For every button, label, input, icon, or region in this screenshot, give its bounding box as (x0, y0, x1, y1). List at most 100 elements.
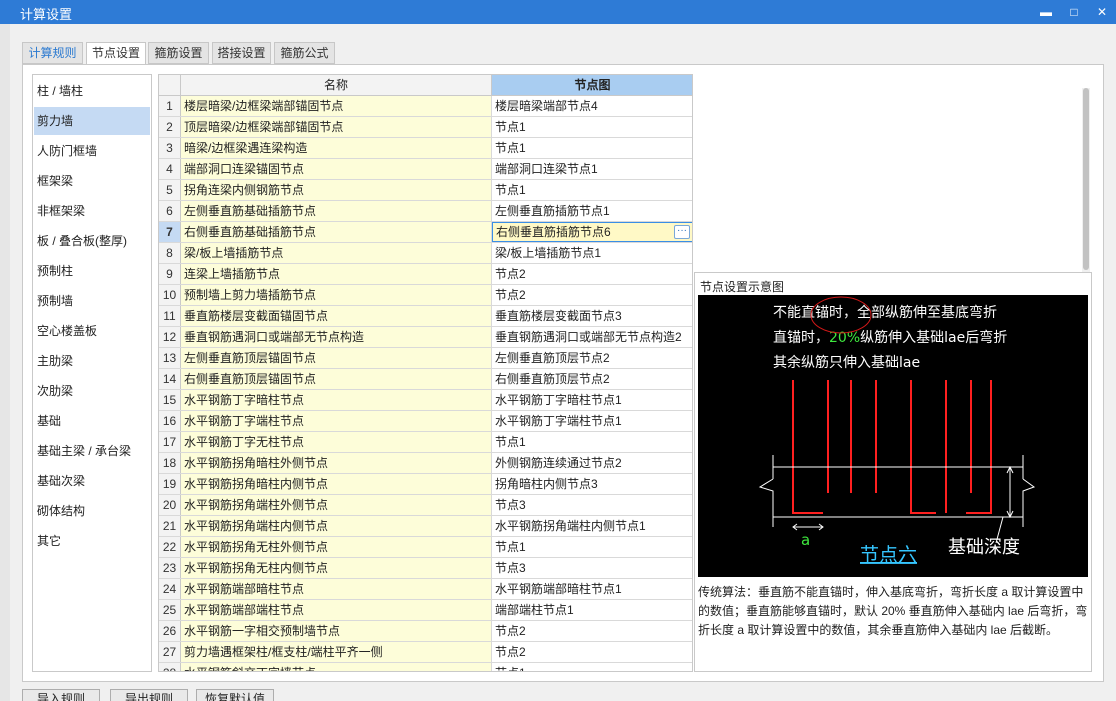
category-item[interactable]: 次肋梁 (34, 377, 150, 405)
table-row[interactable]: 23 水平钢筋拐角无柱内侧节点 节点3 (159, 558, 692, 579)
row-node-cell[interactable]: 端部洞口连梁节点1 (492, 159, 692, 179)
row-node-cell[interactable]: 节点1 (492, 180, 692, 200)
row-name-cell[interactable]: 水平钢筋拐角端柱内侧节点 (181, 516, 492, 536)
table-row[interactable]: 10 预制墙上剪力墙插筋节点 节点2 (159, 285, 692, 306)
table-row[interactable]: 13 左侧垂直筋顶层锚固节点 左侧垂直筋顶层节点2 (159, 348, 692, 369)
row-name-cell[interactable]: 暗梁/边框梁遇连梁构造 (181, 138, 492, 158)
row-name-cell[interactable]: 右侧垂直筋基础插筋节点 (181, 222, 492, 242)
table-row[interactable]: 18 水平钢筋拐角暗柱外侧节点 外侧钢筋连续通过节点2 (159, 453, 692, 474)
row-node-cell[interactable]: 拐角暗柱内侧节点3 (492, 474, 692, 494)
category-item[interactable]: 柱 / 墙柱 (34, 77, 150, 105)
row-name-cell[interactable]: 水平钢筋一字相交预制墙节点 (181, 621, 492, 641)
table-row[interactable]: 15 水平钢筋丁字暗柱节点 水平钢筋丁字暗柱节点1 (159, 390, 692, 411)
row-node-cell[interactable]: 节点1 (492, 117, 692, 137)
table-row[interactable]: 28水平钢筋斜交丁字墙节点节点1 (159, 663, 692, 671)
table-row[interactable]: 16 水平钢筋丁字端柱节点 水平钢筋丁字端柱节点1 (159, 411, 692, 432)
export-rules-button[interactable]: 导出规则 (110, 689, 188, 701)
table-row[interactable]: 8 梁/板上墙插筋节点 梁/板上墙插筋节点1 (159, 243, 692, 264)
tab-lap-settings[interactable]: 搭接设置 (212, 42, 271, 64)
category-item[interactable]: 基础主梁 / 承台梁 (34, 437, 150, 465)
tab-calc-rules[interactable]: 计算规则 (22, 42, 83, 64)
table-row[interactable]: 20 水平钢筋拐角端柱外侧节点 节点3 (159, 495, 692, 516)
table-row-selected[interactable]: 7 右侧垂直筋基础插筋节点 右侧垂直筋插筋节点6 ··· (159, 222, 692, 243)
row-node-cell[interactable]: 节点2 (492, 264, 692, 284)
category-item-selected[interactable]: 剪力墙 (34, 107, 150, 135)
row-node-cell[interactable]: 节点2 (492, 621, 692, 641)
row-node-cell[interactable]: 梁/板上墙插筋节点1 (492, 243, 692, 263)
row-node-cell[interactable]: 节点3 (492, 495, 692, 515)
table-row[interactable]: 1 楼层暗梁/边框梁端部锚固节点 楼层暗梁端部节点4 (159, 96, 692, 117)
row-node-cell[interactable]: 左侧垂直筋顶层节点2 (492, 348, 692, 368)
row-name-cell[interactable]: 水平钢筋拐角暗柱内侧节点 (181, 474, 492, 494)
row-name-cell[interactable]: 水平钢筋丁字端柱节点 (181, 411, 492, 431)
row-node-cell[interactable]: 垂直筋楼层变截面节点3 (492, 306, 692, 326)
table-row[interactable]: 11 垂直筋楼层变截面锚固节点 垂直筋楼层变截面节点3 (159, 306, 692, 327)
row-name-cell[interactable]: 水平钢筋端部端柱节点 (181, 600, 492, 620)
row-node-cell[interactable]: 节点1 (492, 537, 692, 557)
row-node-cell[interactable]: 左侧垂直筋插筋节点1 (492, 201, 692, 221)
table-row[interactable]: 5 拐角连梁内侧钢筋节点 节点1 (159, 180, 692, 201)
row-node-cell[interactable]: 水平钢筋端部暗柱节点1 (492, 579, 692, 599)
table-row[interactable]: 9 连梁上墙插筋节点 节点2 (159, 264, 692, 285)
vertical-scrollbar-thumb[interactable] (1083, 88, 1089, 270)
table-row[interactable]: 14 右侧垂直筋顶层锚固节点 右侧垂直筋顶层节点2 (159, 369, 692, 390)
table-row[interactable]: 26 水平钢筋一字相交预制墙节点 节点2 (159, 621, 692, 642)
row-name-cell[interactable]: 水平钢筋拐角无柱内侧节点 (181, 558, 492, 578)
table-row[interactable]: 25 水平钢筋端部端柱节点 端部端柱节点1 (159, 600, 692, 621)
row-name-cell[interactable]: 水平钢筋斜交丁字墙节点 (181, 663, 492, 671)
table-row[interactable]: 3 暗梁/边框梁遇连梁构造 节点1 (159, 138, 692, 159)
close-icon[interactable]: ✕ (1090, 2, 1114, 22)
row-node-cell[interactable]: 节点1 (492, 432, 692, 452)
row-node-cell[interactable]: 端部端柱节点1 (492, 600, 692, 620)
table-row[interactable]: 21 水平钢筋拐角端柱内侧节点 水平钢筋拐角端柱内侧节点1 (159, 516, 692, 537)
table-row[interactable]: 2 顶层暗梁/边框梁端部锚固节点 节点1 (159, 117, 692, 138)
row-node-cell[interactable]: 垂直钢筋遇洞口或端部无节点构造2 (492, 327, 692, 347)
row-name-cell[interactable]: 拐角连梁内侧钢筋节点 (181, 180, 492, 200)
table-row[interactable]: 17 水平钢筋丁字无柱节点 节点1 (159, 432, 692, 453)
row-name-cell[interactable]: 水平钢筋拐角暗柱外侧节点 (181, 453, 492, 473)
node-column-header[interactable]: 节点图 (492, 75, 692, 96)
row-name-cell[interactable]: 预制墙上剪力墙插筋节点 (181, 285, 492, 305)
row-name-cell[interactable]: 垂直钢筋遇洞口或端部无节点构造 (181, 327, 492, 347)
row-name-cell[interactable]: 水平钢筋丁字无柱节点 (181, 432, 492, 452)
row-name-cell[interactable]: 水平钢筋拐角端柱外侧节点 (181, 495, 492, 515)
row-name-cell[interactable]: 梁/板上墙插筋节点 (181, 243, 492, 263)
row-node-cell[interactable]: 节点3 (492, 558, 692, 578)
row-name-cell[interactable]: 端部洞口连梁锚固节点 (181, 159, 492, 179)
row-name-cell[interactable]: 左侧垂直筋顶层锚固节点 (181, 348, 492, 368)
category-item[interactable]: 人防门框墙 (34, 137, 150, 165)
restore-defaults-button[interactable]: 恢复默认值 (196, 689, 274, 701)
row-node-cell-editing[interactable]: 右侧垂直筋插筋节点6 ··· (492, 222, 692, 242)
category-item[interactable]: 预制柱 (34, 257, 150, 285)
category-item[interactable]: 基础 (34, 407, 150, 435)
row-node-cell[interactable]: 水平钢筋拐角端柱内侧节点1 (492, 516, 692, 536)
category-item[interactable]: 主肋梁 (34, 347, 150, 375)
category-item[interactable]: 基础次梁 (34, 467, 150, 495)
table-row[interactable]: 4 端部洞口连梁锚固节点 端部洞口连梁节点1 (159, 159, 692, 180)
category-item[interactable]: 板 / 叠合板(整厚) (34, 227, 150, 255)
tab-stirrup-settings[interactable]: 箍筋设置 (148, 42, 209, 64)
category-item[interactable]: 空心楼盖板 (34, 317, 150, 345)
row-node-cell[interactable]: 右侧垂直筋顶层节点2 (492, 369, 692, 389)
table-row[interactable]: 6 左侧垂直筋基础插筋节点 左侧垂直筋插筋节点1 (159, 201, 692, 222)
row-node-cell[interactable]: 水平钢筋丁字端柱节点1 (492, 411, 692, 431)
row-node-cell[interactable]: 节点2 (492, 642, 692, 662)
row-node-cell[interactable]: 节点1 (492, 663, 692, 671)
row-node-cell[interactable]: 水平钢筋丁字暗柱节点1 (492, 390, 692, 410)
category-item[interactable]: 其它 (34, 527, 150, 555)
row-name-cell[interactable]: 垂直筋楼层变截面锚固节点 (181, 306, 492, 326)
row-node-cell[interactable]: 节点1 (492, 138, 692, 158)
ellipsis-icon[interactable]: ··· (674, 225, 690, 239)
row-name-cell[interactable]: 剪力墙遇框架柱/框支柱/端柱平齐一侧 (181, 642, 492, 662)
name-column-header[interactable]: 名称 (181, 75, 492, 96)
table-row[interactable]: 22 水平钢筋拐角无柱外侧节点 节点1 (159, 537, 692, 558)
row-name-cell[interactable]: 顶层暗梁/边框梁端部锚固节点 (181, 117, 492, 137)
table-row[interactable]: 24 水平钢筋端部暗柱节点 水平钢筋端部暗柱节点1 (159, 579, 692, 600)
row-name-cell[interactable]: 水平钢筋丁字暗柱节点 (181, 390, 492, 410)
category-item[interactable]: 预制墙 (34, 287, 150, 315)
maximize-icon[interactable]: □ (1062, 2, 1086, 22)
table-row[interactable]: 19 水平钢筋拐角暗柱内侧节点 拐角暗柱内侧节点3 (159, 474, 692, 495)
row-name-cell[interactable]: 左侧垂直筋基础插筋节点 (181, 201, 492, 221)
category-item[interactable]: 砌体结构 (34, 497, 150, 525)
import-rules-button[interactable]: 导入规则 (22, 689, 100, 701)
